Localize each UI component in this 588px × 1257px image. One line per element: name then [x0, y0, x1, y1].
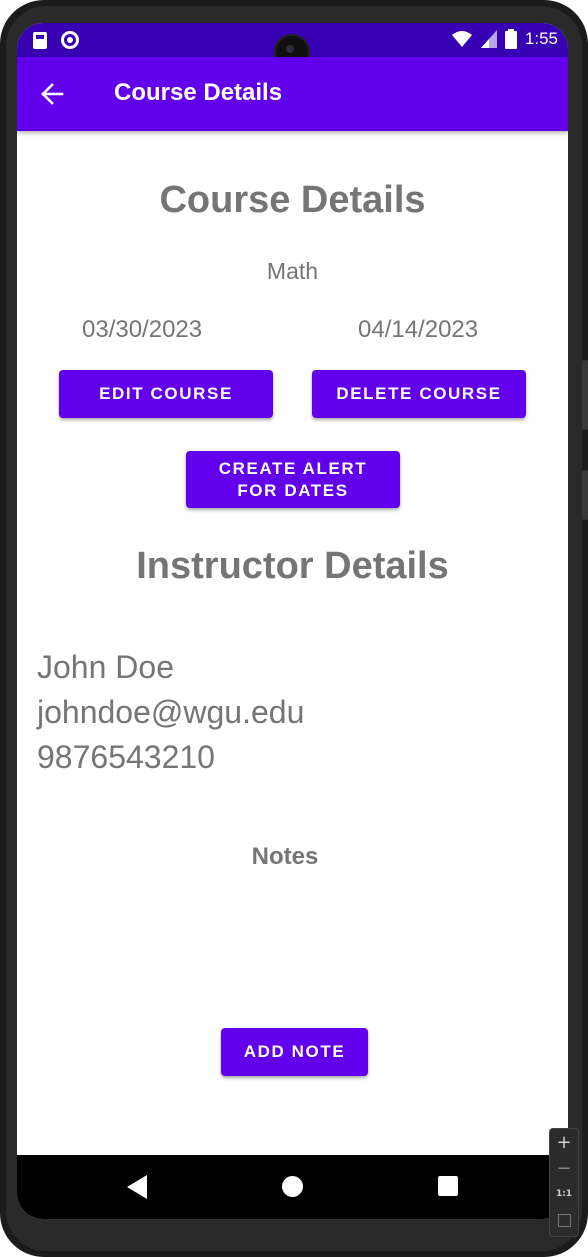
volume-button [582, 360, 588, 430]
add-note-button[interactable]: ADD NOTE [221, 1028, 368, 1076]
notes-heading: Notes [251, 843, 319, 870]
zoom-in-button[interactable]: + [550, 1129, 578, 1155]
signal-icon [480, 30, 497, 48]
instructor-name: John Doe [37, 649, 174, 685]
app-bar: Course Details [17, 57, 568, 131]
device-frame: 1:55 Course Details Course Details Math … [0, 0, 588, 1257]
course-end-date: 04/14/2023 [358, 316, 479, 343]
app-bar-title: Course Details [114, 79, 283, 106]
course-details-heading: Course Details [159, 179, 426, 221]
fit-screen-icon [557, 1213, 571, 1227]
course-details-content: Course Details Math 03/30/2023 04/14/202… [17, 131, 568, 1155]
zoom-out-button[interactable]: − [550, 1155, 578, 1181]
actual-size-button[interactable]: 1:1 [550, 1181, 578, 1207]
battery-icon [504, 29, 517, 49]
course-start-date: 03/30/2023 [82, 316, 203, 343]
wifi-icon [451, 31, 472, 47]
circle-notification-icon [61, 31, 79, 49]
nav-recents-icon[interactable] [438, 1176, 458, 1196]
delete-course-button[interactable]: DELETE COURSE [312, 370, 526, 418]
instructor-phone: 9876543210 [37, 739, 215, 775]
create-alert-button[interactable]: CREATE ALERT FOR DATES [186, 451, 400, 508]
nav-home-icon[interactable] [282, 1176, 303, 1197]
course-title: Math [266, 258, 319, 284]
back-button[interactable] [37, 79, 67, 109]
instructor-email: johndoe@wgu.edu [37, 694, 305, 730]
device-screen: 1:55 Course Details Course Details Math … [17, 23, 568, 1219]
fit-screen-button[interactable] [550, 1207, 578, 1233]
nav-back-icon[interactable] [127, 1175, 147, 1199]
sd-card-icon [33, 31, 47, 49]
power-button [582, 470, 588, 520]
arrow-back-icon [41, 83, 64, 105]
emulator-zoom-controls: + − 1:1 [549, 1128, 579, 1237]
navigation-bar [17, 1155, 568, 1219]
instructor-details-heading: Instructor Details [136, 545, 449, 587]
edit-course-button[interactable]: EDIT COURSE [59, 370, 273, 418]
status-time: 1:55 [524, 29, 558, 48]
